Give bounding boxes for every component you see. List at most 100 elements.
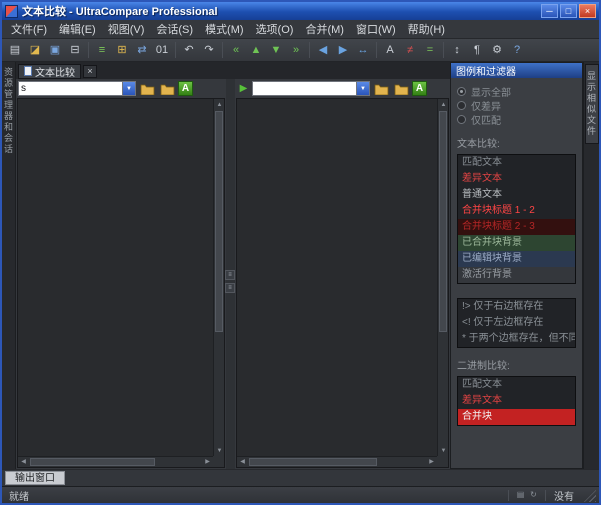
merge-compare-icon[interactable]: ⇄	[133, 41, 151, 59]
left-vertical-scrollbar[interactable]: ▲ ▼	[213, 99, 224, 456]
tab-label: 文本比较	[35, 64, 75, 79]
right-compare-pane: ▶ ▼ A ▲ ▼ ◀	[235, 79, 450, 469]
left-pane-header: ▼ A	[16, 79, 226, 98]
left-browse-file-icon[interactable]	[138, 81, 156, 97]
right-editor-area[interactable]: ▲ ▼ ◀ ▶	[236, 98, 449, 468]
resize-grip[interactable]	[584, 490, 596, 502]
left-dock-label: 资源管理器和会话	[2, 67, 15, 155]
right-browse-folder-icon[interactable]	[392, 81, 410, 97]
right-browse-file-icon[interactable]	[372, 81, 390, 97]
merge-all-icon[interactable]: ↔	[354, 41, 372, 59]
close-button-icon[interactable]: ×	[579, 4, 596, 18]
help-icon[interactable]: ?	[508, 41, 526, 59]
right-dock-strip: 显示相似文件	[583, 62, 599, 469]
legend-filter-radio[interactable]: 仅匹配	[457, 112, 576, 126]
left-path-input[interactable]	[19, 82, 122, 95]
scroll-down-icon[interactable]: ▼	[214, 445, 225, 456]
toolbar-separator	[309, 42, 310, 58]
menu-item[interactable]: 选项(O)	[250, 19, 300, 39]
show-diff-icon[interactable]: ≠	[401, 41, 419, 59]
output-window-tab[interactable]: 输出窗口	[5, 471, 65, 485]
scroll-up-icon[interactable]: ▲	[214, 99, 225, 110]
merge-gutter-bottom-icon[interactable]: ≡	[225, 283, 235, 293]
right-pane-header: ▶ ▼ A	[235, 79, 450, 98]
legend-row: 差异文本	[458, 393, 575, 409]
menu-item[interactable]: 窗口(W)	[350, 19, 402, 39]
merge-gutter-top-icon[interactable]: ≡	[225, 270, 235, 280]
left-path-combo: ▼	[18, 81, 136, 96]
redo-icon[interactable]: ↷	[200, 41, 218, 59]
scroll-corner	[437, 456, 448, 467]
menu-item[interactable]: 合并(M)	[299, 19, 350, 39]
menu-item[interactable]: 视图(V)	[102, 19, 151, 39]
undo-icon[interactable]: ↶	[180, 41, 198, 59]
left-editor-area[interactable]: ▲ ▼ ◀ ▶	[17, 98, 225, 468]
scroll-thumb[interactable]	[249, 458, 377, 466]
right-path-input[interactable]	[253, 82, 356, 95]
status-file-icon[interactable]: ▤	[514, 489, 527, 502]
left-dock-strip[interactable]: 资源管理器和会话	[2, 62, 16, 469]
merge-gutter: ≡ ≡	[226, 79, 235, 469]
scroll-left-icon[interactable]: ◀	[18, 457, 29, 468]
options-icon[interactable]: ⚙	[488, 41, 506, 59]
next-diff-icon[interactable]: ▼	[267, 41, 285, 59]
show-match-icon[interactable]: =	[421, 41, 439, 59]
legend-row: 已编辑块背景	[458, 251, 575, 267]
chevron-down-icon[interactable]: ▼	[356, 82, 369, 95]
left-text-format-icon[interactable]: A	[178, 81, 193, 96]
tab-close-icon[interactable]: ×	[83, 65, 97, 78]
right-vertical-scrollbar[interactable]: ▲ ▼	[437, 99, 448, 456]
binary-compare-icon[interactable]: 01	[153, 41, 171, 59]
prev-diff-icon[interactable]: ▲	[247, 41, 265, 59]
document-icon	[24, 66, 32, 76]
scroll-left-icon[interactable]: ◀	[237, 457, 248, 468]
legend-binary-box: 匹配文本差异文本合并块	[457, 376, 576, 426]
menu-item[interactable]: 编辑(E)	[53, 19, 102, 39]
merge-left-icon[interactable]: ◀	[314, 41, 332, 59]
scroll-up-icon[interactable]: ▲	[438, 99, 449, 110]
sync-scroll-icon[interactable]: ↕	[448, 41, 466, 59]
menu-item[interactable]: 会话(S)	[150, 19, 199, 39]
legend-radios: 显示全部仅差异仅匹配	[457, 84, 576, 126]
save-session-icon[interactable]: ▣	[46, 41, 64, 59]
chevron-down-icon[interactable]: ▼	[122, 82, 135, 95]
minimize-button-icon[interactable]: ─	[541, 4, 558, 18]
radio-icon	[457, 115, 466, 124]
menu-item[interactable]: 文件(F)	[5, 19, 53, 39]
menu-item[interactable]: 帮助(H)	[402, 19, 451, 39]
legend-filter-radio[interactable]: 显示全部	[457, 84, 576, 98]
first-diff-icon[interactable]: «	[227, 41, 245, 59]
right-horizontal-scrollbar[interactable]: ◀ ▶	[237, 456, 437, 467]
legend-body: 显示全部仅差异仅匹配 文本比较: 匹配文本差异文本普通文本合并块标题 1 - 2…	[451, 78, 582, 468]
legend-row: 匹配文本	[458, 155, 575, 171]
scroll-thumb[interactable]	[30, 458, 155, 466]
scroll-thumb[interactable]	[439, 111, 447, 332]
tab-text-compare[interactable]: 文本比较	[18, 64, 81, 79]
right-dock-tab[interactable]: 显示相似文件	[585, 64, 599, 144]
print-icon[interactable]: ⊟	[66, 41, 84, 59]
maximize-button-icon[interactable]: □	[560, 4, 577, 18]
right-text-format-icon[interactable]: A	[412, 81, 427, 96]
status-refresh-icon[interactable]: ↻	[527, 489, 540, 502]
folder-compare-icon[interactable]: ⊞	[113, 41, 131, 59]
scroll-thumb[interactable]	[215, 111, 223, 332]
scroll-right-icon[interactable]: ▶	[426, 457, 437, 468]
legend-row: 已合并块背景	[458, 235, 575, 251]
text-compare-icon[interactable]: ≡	[93, 41, 111, 59]
open-session-icon[interactable]: ◪	[26, 41, 44, 59]
toolbar: ▤◪▣⊟ ≡⊞⇄01 ↶↷ «▲▼» ◀▶↔ A≠= ↕¶⚙?	[2, 39, 599, 62]
scroll-down-icon[interactable]: ▼	[438, 445, 449, 456]
menu-item[interactable]: 模式(M)	[199, 19, 250, 39]
scroll-corner	[213, 456, 224, 467]
scroll-right-icon[interactable]: ▶	[202, 457, 213, 468]
merge-right-icon[interactable]: ▶	[334, 41, 352, 59]
show-all-icon[interactable]: A	[381, 41, 399, 59]
start-compare-icon[interactable]: ▶	[237, 82, 250, 96]
legend-row: 匹配文本	[458, 377, 575, 393]
left-browse-folder-icon[interactable]	[158, 81, 176, 97]
new-session-icon[interactable]: ▤	[6, 41, 24, 59]
legend-filter-radio[interactable]: 仅差异	[457, 98, 576, 112]
last-diff-icon[interactable]: »	[287, 41, 305, 59]
wrap-icon[interactable]: ¶	[468, 41, 486, 59]
left-horizontal-scrollbar[interactable]: ◀ ▶	[18, 456, 213, 467]
